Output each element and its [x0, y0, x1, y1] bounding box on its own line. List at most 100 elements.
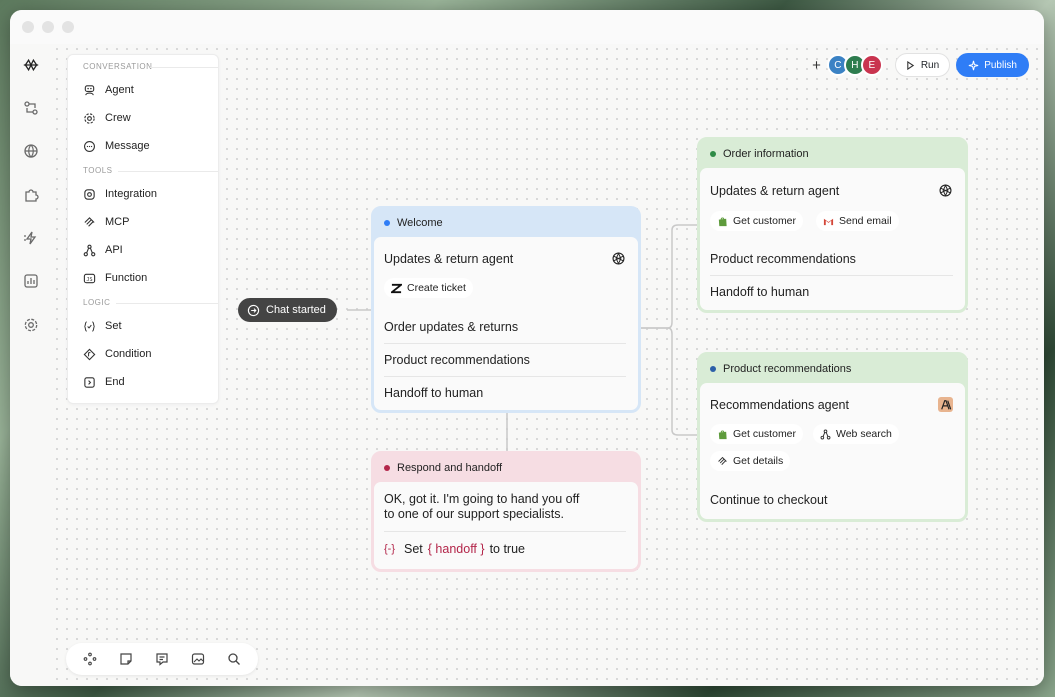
set-action[interactable]: {-} Set { handoff } to true — [384, 542, 626, 556]
globe-icon[interactable] — [22, 142, 40, 160]
tool-chip-create-ticket[interactable]: Create ticket — [384, 278, 473, 298]
shopify-icon — [717, 216, 728, 227]
palette-item-api[interactable]: API — [82, 243, 123, 257]
route-item[interactable]: Continue to checkout — [710, 493, 953, 507]
route-item[interactable]: Product recommendations — [710, 252, 953, 266]
title-bar — [10, 10, 1044, 44]
flows-icon[interactable] — [22, 99, 40, 117]
tool-chip-get-details[interactable]: Get details — [710, 451, 791, 471]
route-item[interactable]: Handoff to human — [384, 386, 626, 400]
openai-icon — [938, 183, 953, 198]
start-node[interactable]: Chat started — [238, 298, 337, 322]
palette-label: MCP — [105, 216, 130, 228]
node-palette: CONVERSATION Agent Crew Message TOOLS In… — [67, 54, 219, 404]
integration-icon — [82, 187, 96, 201]
status-dot — [384, 465, 390, 471]
respond-handoff-node[interactable]: Respond and handoff OK, got it. I'm goin… — [371, 451, 641, 572]
message-icon — [82, 139, 96, 153]
divider — [384, 343, 626, 344]
mcp-icon — [717, 456, 728, 467]
palette-label: Message — [105, 140, 150, 152]
product-recommendations-node[interactable]: Product recommendations Recommendations … — [697, 352, 968, 522]
status-dot — [384, 220, 390, 226]
node-body: OK, got it. I'm going to hand you off to… — [374, 482, 638, 569]
order-information-node[interactable]: Order information Updates & return agent… — [697, 137, 968, 313]
agent-name[interactable]: Updates & return agent — [710, 184, 953, 198]
run-button[interactable]: Run — [894, 53, 951, 77]
lightning-icon[interactable] — [22, 229, 40, 247]
agent-icon — [82, 83, 96, 97]
avatar[interactable]: E — [860, 54, 883, 76]
divider — [118, 171, 218, 172]
divider — [384, 531, 626, 532]
bottom-toolbar — [66, 643, 258, 675]
gmail-icon — [823, 216, 834, 227]
agent-name[interactable]: Updates & return agent — [384, 252, 626, 266]
palette-item-integration[interactable]: Integration — [82, 187, 157, 201]
node-header: Order information — [700, 140, 965, 168]
message-text: to one of our support specialists. — [384, 507, 564, 521]
settings-icon[interactable] — [22, 316, 40, 334]
anthropic-icon — [938, 397, 953, 412]
status-dot — [710, 151, 716, 157]
svg-text:JS: JS — [86, 276, 92, 282]
palette-item-mcp[interactable]: MCP — [82, 215, 129, 229]
palette-label: Integration — [105, 188, 157, 200]
comment-icon[interactable] — [154, 651, 170, 667]
image-icon[interactable] — [190, 651, 206, 667]
api-icon — [820, 429, 831, 440]
status-dot — [710, 366, 716, 372]
node-title: Welcome — [397, 217, 443, 229]
palette-label: API — [105, 244, 123, 256]
node-header: Welcome — [374, 209, 638, 237]
zoom-window-button[interactable] — [62, 21, 74, 33]
palette-item-agent[interactable]: Agent — [82, 83, 134, 97]
tool-chip-send-email[interactable]: Send email — [816, 211, 899, 231]
tool-chip-get-customer[interactable]: Get customer — [710, 424, 804, 444]
welcome-node[interactable]: Welcome Updates & return agent Create ti… — [371, 206, 641, 413]
top-toolbar: + C H E Run Publish — [812, 53, 1029, 77]
route-item[interactable]: Order updates & returns — [384, 320, 626, 334]
analytics-icon[interactable] — [22, 272, 40, 290]
route-item[interactable]: Product recommendations — [384, 353, 626, 367]
section-tools: TOOLS — [83, 166, 113, 175]
palette-label: Condition — [105, 348, 152, 360]
route-item[interactable]: Handoff to human — [710, 285, 953, 299]
close-window-button[interactable] — [22, 21, 34, 33]
tool-label: Web search — [836, 428, 892, 440]
agent-name[interactable]: Recommendations agent — [710, 398, 953, 412]
publish-label: Publish — [984, 59, 1017, 71]
tool-label: Get customer — [733, 215, 797, 227]
function-icon: JS — [82, 271, 96, 285]
set-suffix: to true — [489, 542, 525, 556]
palette-label: Crew — [105, 112, 131, 124]
sparkle-icon — [968, 60, 979, 70]
section-conversation: CONVERSATION — [83, 62, 153, 71]
set-prefix: Set — [404, 542, 423, 556]
node-body: Updates & return agent Create ticket Ord… — [374, 237, 638, 410]
palette-item-message[interactable]: Message — [82, 139, 150, 153]
palette-label: Agent — [105, 84, 134, 96]
end-icon — [82, 375, 96, 389]
palette-item-end[interactable]: End — [82, 375, 125, 389]
invite-button[interactable]: + — [812, 57, 821, 74]
api-icon — [82, 243, 96, 257]
note-icon[interactable] — [118, 651, 134, 667]
divider — [384, 376, 626, 377]
publish-button[interactable]: Publish — [956, 53, 1029, 77]
minimize-window-button[interactable] — [42, 21, 54, 33]
palette-item-condition[interactable]: Condition — [82, 347, 151, 361]
puzzle-icon[interactable] — [22, 186, 40, 204]
nodes-icon[interactable] — [82, 651, 98, 667]
divider — [710, 275, 953, 276]
openai-icon — [611, 251, 626, 266]
node-body: Recommendations agent Get customer Web s… — [700, 383, 965, 519]
palette-item-crew[interactable]: Crew — [82, 111, 131, 125]
tool-chip-web-search[interactable]: Web search — [813, 424, 899, 444]
tool-label: Send email — [839, 215, 892, 227]
tool-label: Create ticket — [407, 282, 466, 294]
palette-item-function[interactable]: JS Function — [82, 271, 147, 285]
search-icon[interactable] — [226, 651, 242, 667]
tool-chip-get-customer[interactable]: Get customer — [710, 211, 804, 231]
palette-item-set[interactable]: Set — [82, 319, 122, 333]
